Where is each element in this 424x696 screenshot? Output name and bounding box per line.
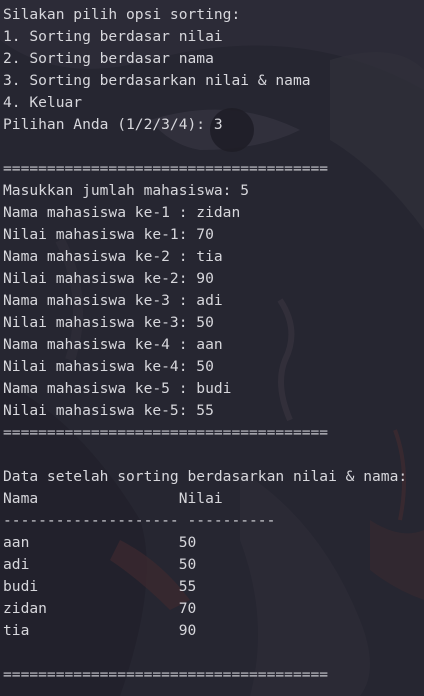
result-table-separator: -------------------- ----------: [3, 512, 276, 529]
result-table-header: Nama Nilai: [3, 490, 223, 507]
student-score-4: Nilai mahasiswa ke-4: 50: [3, 358, 214, 375]
table-row: zidan 70: [3, 600, 197, 617]
menu-option-3: 3. Sorting berdasarkan nilai & nama: [3, 72, 311, 89]
menu-option-1: 1. Sorting berdasar nilai: [3, 28, 223, 45]
divider-line: =====================================: [3, 666, 329, 683]
menu-option-4: 4. Keluar: [3, 94, 83, 111]
student-name-5: Nama mahasiswa ke-5 : budi: [3, 380, 232, 397]
terminal-output: Silakan pilih opsi sorting: 1. Sorting b…: [3, 4, 424, 686]
student-name-1: Nama mahasiswa ke-1 : zidan: [3, 204, 241, 221]
divider-line: =====================================: [3, 160, 329, 177]
student-name-3: Nama mahasiswa ke-3 : adi: [3, 292, 223, 309]
table-row: tia 90: [3, 622, 197, 639]
student-score-2: Nilai mahasiswa ke-2: 90: [3, 270, 214, 287]
table-row: aan 50: [3, 534, 197, 551]
student-count-prompt: Masukkan jumlah mahasiswa: 5: [3, 182, 250, 199]
student-score-3: Nilai mahasiswa ke-3: 50: [3, 314, 214, 331]
table-row: budi 55: [3, 578, 197, 595]
student-name-2: Nama mahasiswa ke-2 : tia: [3, 248, 223, 265]
student-score-5: Nilai mahasiswa ke-5: 55: [3, 402, 214, 419]
student-name-4: Nama mahasiswa ke-4 : aan: [3, 336, 223, 353]
divider-line: =====================================: [3, 424, 329, 441]
menu-title: Silakan pilih opsi sorting:: [3, 6, 241, 23]
student-score-1: Nilai mahasiswa ke-1: 70: [3, 226, 214, 243]
menu-option-2: 2. Sorting berdasar nama: [3, 50, 214, 67]
table-row: adi 50: [3, 556, 197, 573]
result-title: Data setelah sorting berdasarkan nilai &…: [3, 468, 408, 485]
choice-prompt: Pilihan Anda (1/2/3/4): 3: [3, 116, 223, 133]
